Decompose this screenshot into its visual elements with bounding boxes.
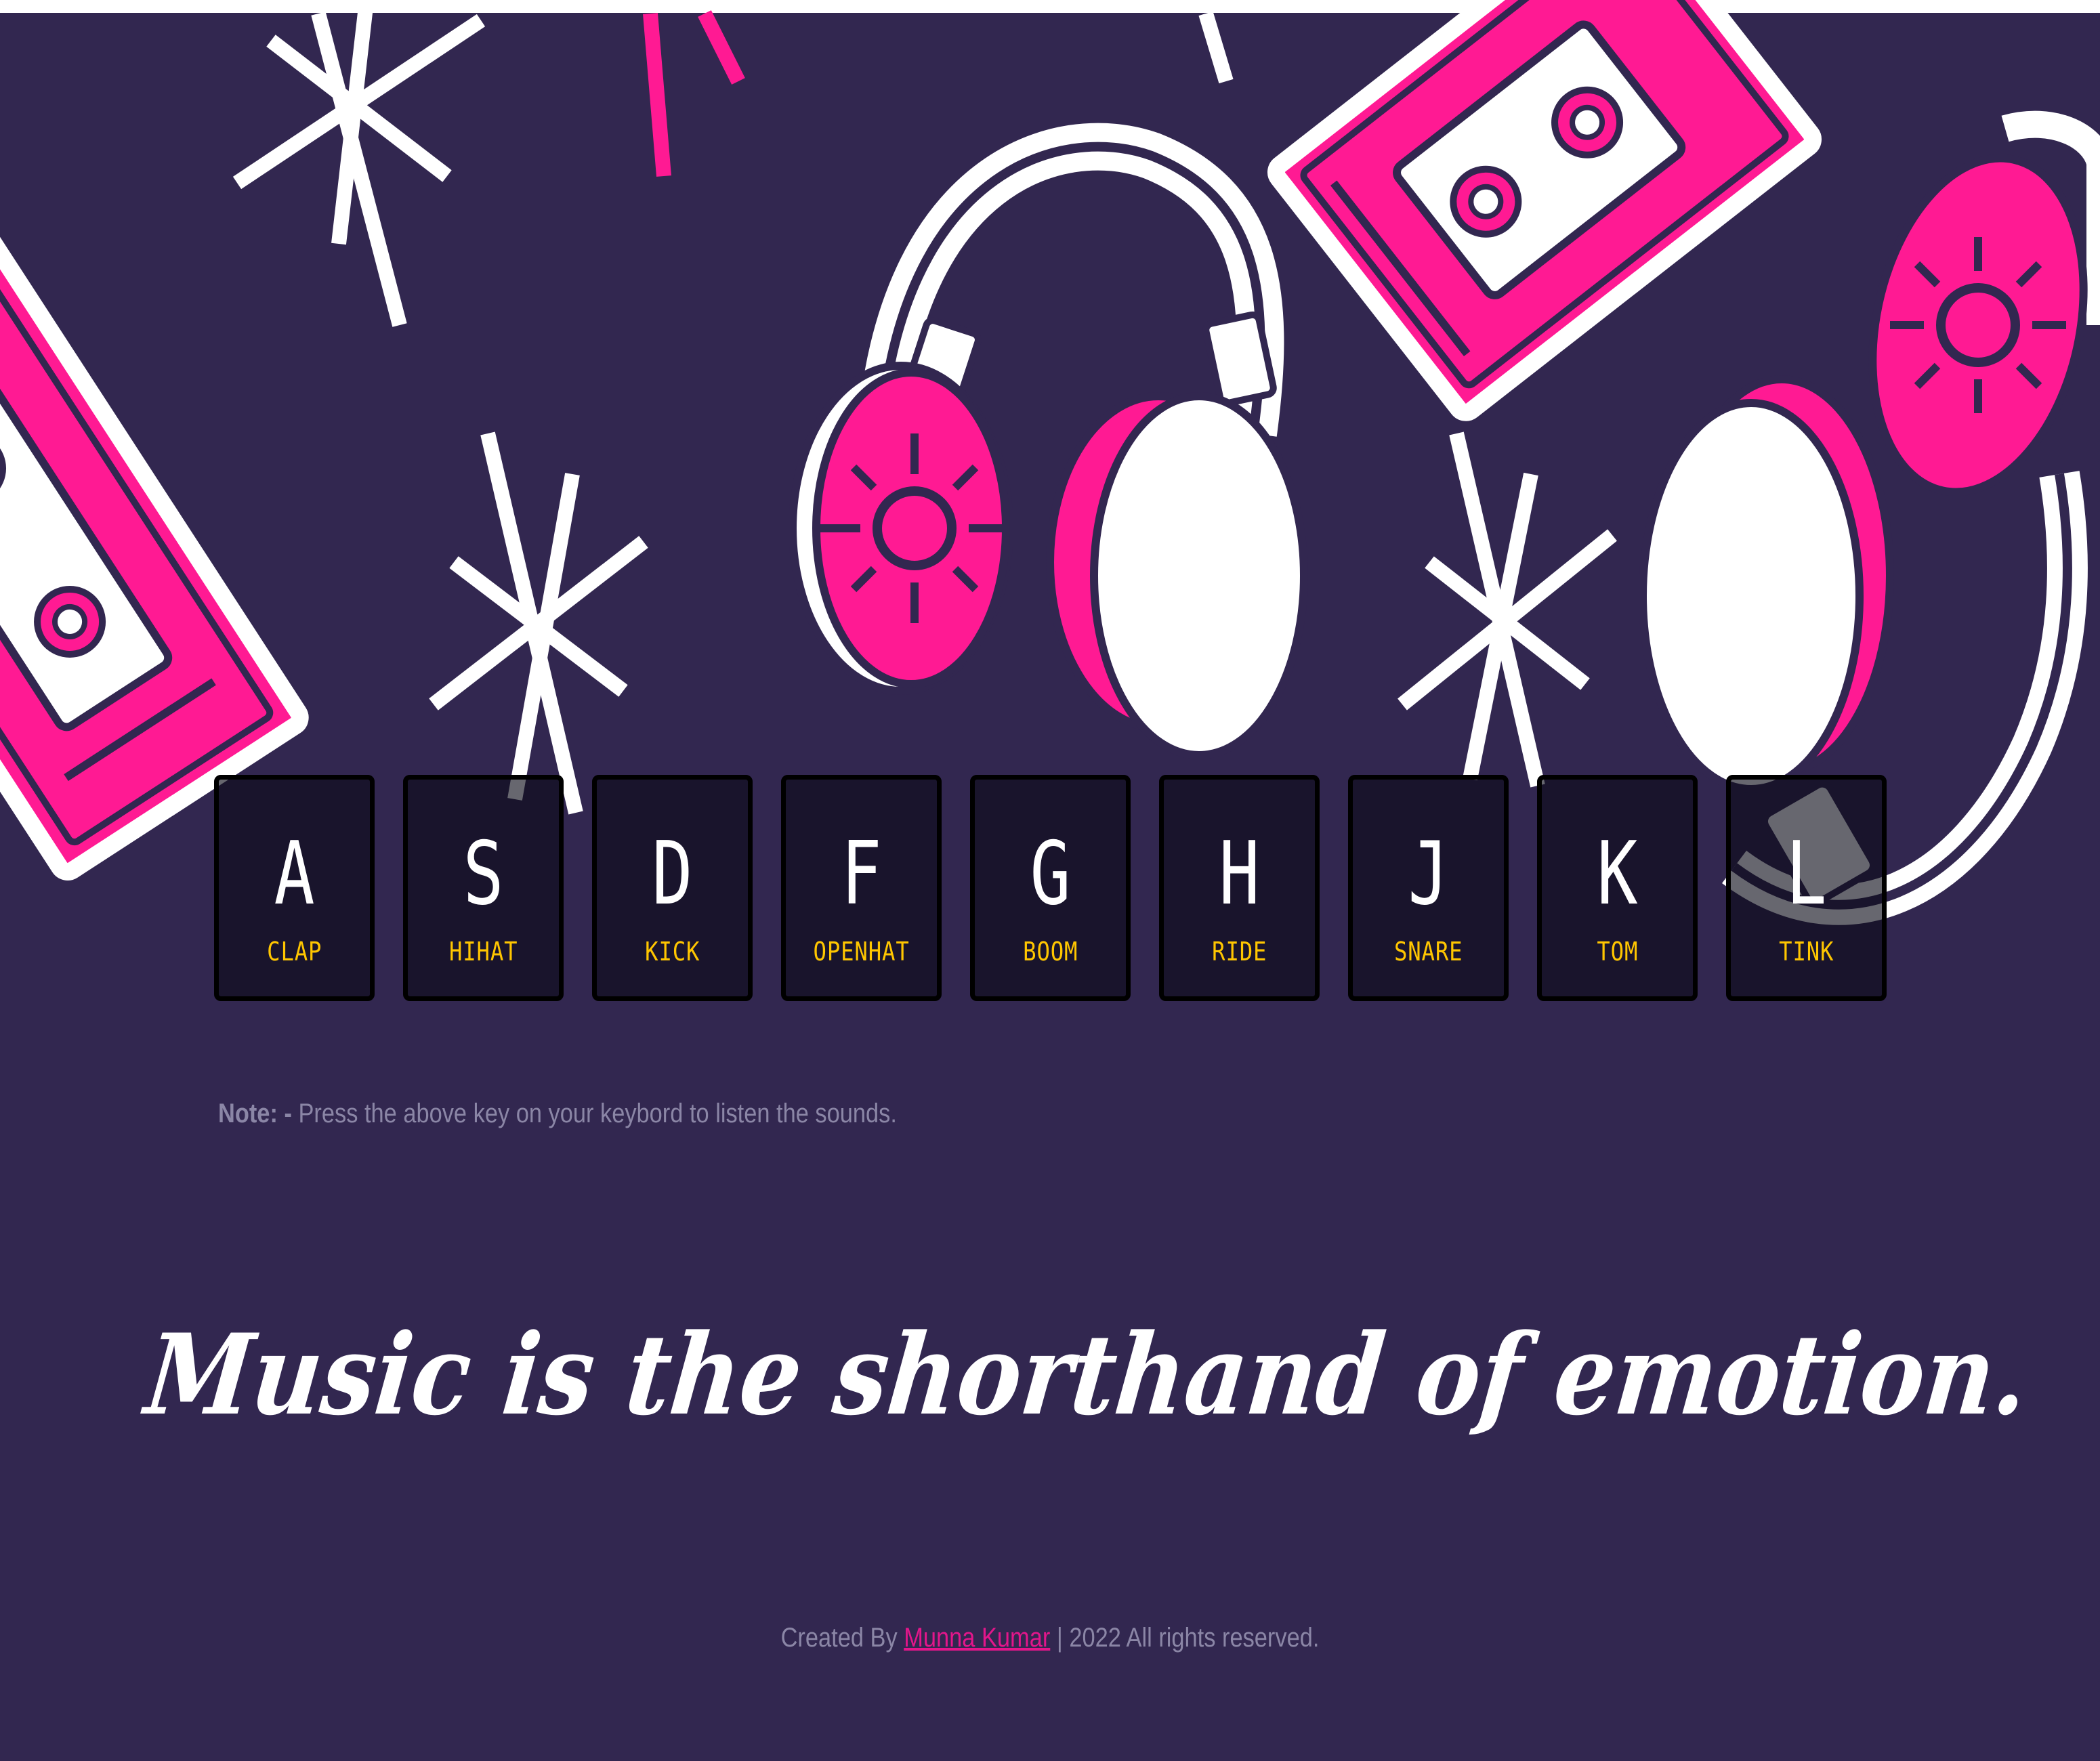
drum-key-d[interactable]: D KICK xyxy=(592,775,753,1001)
drum-key-f[interactable]: F OPENHAT xyxy=(781,775,942,1001)
footer-suffix: | 2022 All rights reserved. xyxy=(1050,1623,1320,1653)
note-label: Note: - xyxy=(218,1099,292,1128)
key-sound-label: RIDE xyxy=(1211,937,1267,967)
drum-key-s[interactable]: S HIHAT xyxy=(403,775,564,1001)
drum-key-k[interactable]: K TOM xyxy=(1537,775,1698,1001)
key-letter: A xyxy=(274,824,315,925)
instructions-note: Note: - Press the above key on your keyb… xyxy=(218,1099,897,1129)
sparkle-star-icon xyxy=(1398,431,1617,788)
key-letter: K xyxy=(1597,824,1638,925)
author-link[interactable]: Munna Kumar xyxy=(904,1623,1050,1653)
drum-key-a[interactable]: A CLAP xyxy=(214,775,375,1001)
key-sound-label: CLAP xyxy=(266,937,322,967)
key-letter: D xyxy=(652,824,693,925)
cassette-tape-icon xyxy=(1267,0,1822,421)
key-sound-label: OPENHAT xyxy=(813,937,910,967)
key-letter: S xyxy=(463,824,504,925)
key-sound-label: TINK xyxy=(1778,937,1834,967)
drum-key-g[interactable]: G BOOM xyxy=(970,775,1131,1001)
key-sound-label: SNARE xyxy=(1393,937,1463,967)
quote-text: Music is the shorthand of emotion. xyxy=(140,1309,2035,1440)
drum-key-h[interactable]: H RIDE xyxy=(1159,775,1320,1001)
drum-keys: A CLAP S HIHAT D KICK F OPENHAT G BOOM H RIDE J SNARE… xyxy=(214,775,1887,1001)
page: A CLAP S HIHAT D KICK F OPENHAT G BOOM H RIDE J SNARE… xyxy=(0,0,2100,1761)
footer: Created By Munna Kumar | 2022 All rights… xyxy=(147,1623,1953,1653)
key-letter: G xyxy=(1030,824,1071,925)
key-letter: F xyxy=(841,824,882,925)
footer-prefix: Created By xyxy=(780,1623,904,1653)
key-letter: H xyxy=(1219,824,1260,925)
key-sound-label: KICK xyxy=(644,937,700,967)
drum-key-l[interactable]: L TINK xyxy=(1726,775,1887,1001)
sparkle-star-icon xyxy=(429,431,648,815)
key-sound-label: HIHAT xyxy=(448,937,518,967)
sparkle-star-icon xyxy=(232,5,486,327)
key-letter: J xyxy=(1408,824,1449,925)
headphones-icon xyxy=(789,123,1308,759)
drum-key-j[interactable]: J SNARE xyxy=(1348,775,1509,1001)
note-text: Press the above key on your keybord to l… xyxy=(291,1099,897,1128)
key-letter: L xyxy=(1786,824,1827,925)
key-sound-label: BOOM xyxy=(1022,937,1078,967)
key-sound-label: TOM xyxy=(1597,937,1638,967)
